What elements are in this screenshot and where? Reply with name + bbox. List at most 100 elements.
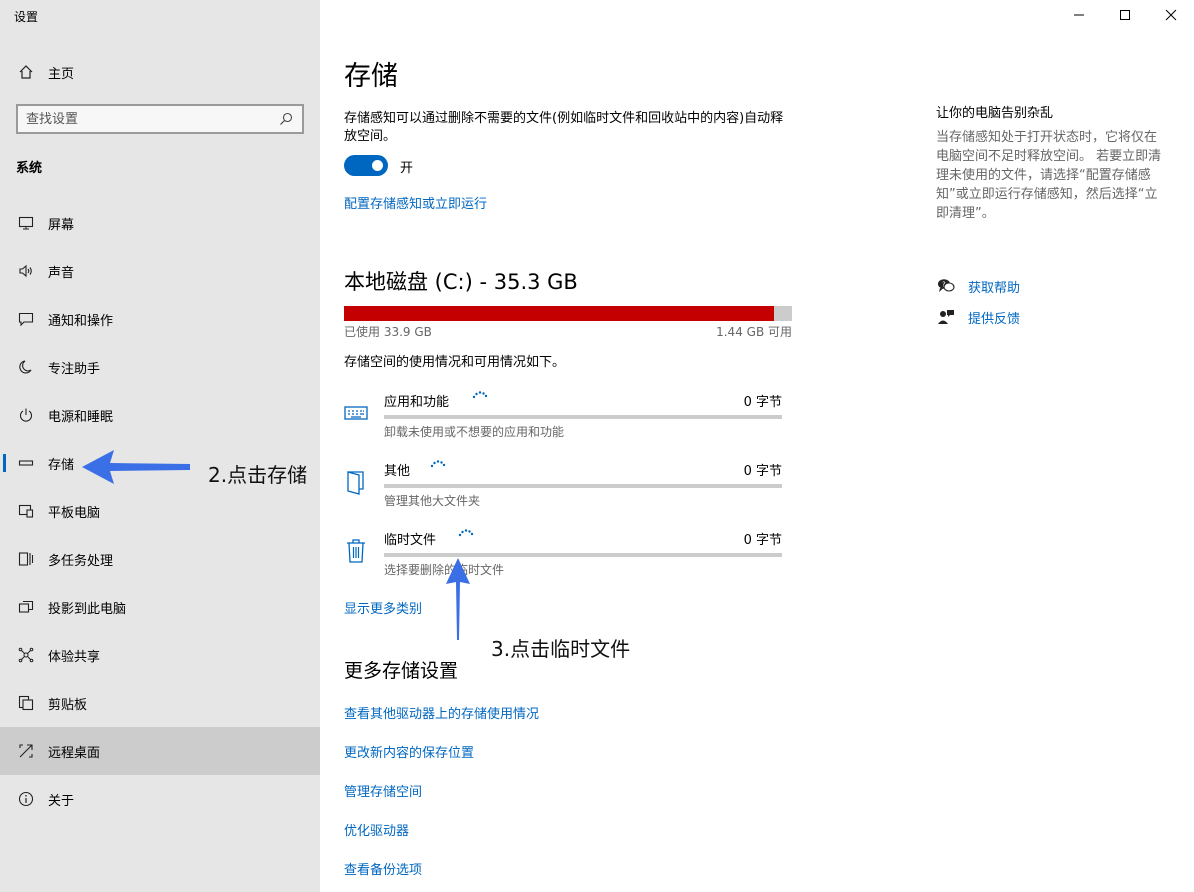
- sidebar-item-label: 通知和操作: [48, 313, 114, 329]
- get-help-label: 获取帮助: [968, 280, 1021, 296]
- sidebar-nav: 屏幕 声音 通知和操作 专注助手 电源和睡眠 存储 平板电脑 多任务处理 投影到…: [0, 199, 320, 823]
- sidebar-item-label: 平板电脑: [48, 505, 101, 521]
- sidebar-item-power-sleep[interactable]: 电源和睡眠: [0, 391, 320, 439]
- sidebar-item-home[interactable]: 主页: [0, 52, 320, 92]
- sidebar-item-project-to-pc[interactable]: 投影到此电脑: [0, 583, 320, 631]
- share-icon: [16, 645, 36, 665]
- sidebar-item-about[interactable]: 关于: [0, 775, 320, 823]
- show-more-categories-link[interactable]: 显示更多类别: [344, 598, 422, 617]
- window-controls: [1056, 0, 1194, 30]
- clipboard-icon: [16, 693, 36, 713]
- storage-icon: [16, 453, 36, 473]
- search-icon[interactable]: [278, 111, 294, 127]
- sidebar-item-clipboard[interactable]: 剪贴板: [0, 679, 320, 727]
- loading-spinner-icon: [430, 458, 446, 470]
- toggle-knob: [372, 160, 383, 171]
- sidebar-item-display[interactable]: 屏幕: [0, 199, 320, 247]
- folder-icon: [344, 470, 368, 495]
- sidebar-item-label: 投影到此电脑: [48, 601, 127, 617]
- speaker-icon: [16, 261, 36, 281]
- annotation-step3: 3.点击临时文件: [491, 637, 631, 661]
- moon-icon: [16, 357, 36, 377]
- change-save-location-link[interactable]: 更改新内容的保存位置: [344, 742, 474, 761]
- optimize-drives-link[interactable]: 优化驱动器: [344, 820, 409, 839]
- help-chat-icon: ?: [936, 276, 956, 296]
- free-space-label: 1.44 GB 可用: [716, 325, 792, 339]
- configure-storage-sense-link[interactable]: 配置存储感知或立即运行: [344, 193, 487, 212]
- category-size: 0 字节: [743, 464, 782, 479]
- toggle-state-label: 开: [400, 161, 414, 176]
- sidebar-item-remote-desktop[interactable]: 远程桌面: [0, 727, 320, 775]
- sidebar-item-tablet[interactable]: 平板电脑: [0, 487, 320, 535]
- used-space-label: 已使用 33.9 GB: [344, 325, 432, 339]
- sidebar-item-label: 声音: [48, 265, 75, 281]
- get-help-link[interactable]: ? 获取帮助: [936, 276, 1020, 296]
- category-usage-bar: [384, 484, 782, 488]
- page-title: 存储: [344, 61, 398, 92]
- sidebar-item-multitasking[interactable]: 多任务处理: [0, 535, 320, 583]
- maximize-button[interactable]: [1102, 0, 1148, 30]
- selection-indicator: [3, 454, 6, 472]
- annotation-step2: 2.点击存储: [208, 463, 308, 487]
- sidebar-item-shared-experiences[interactable]: 体验共享: [0, 631, 320, 679]
- sidebar-item-label: 电源和睡眠: [48, 409, 114, 425]
- loading-spinner-icon: [458, 527, 474, 539]
- close-icon: [1165, 9, 1177, 21]
- category-name: 其他: [384, 464, 411, 479]
- sidebar-item-label: 多任务处理: [48, 553, 114, 569]
- category-name: 应用和功能: [384, 395, 450, 410]
- aside-description: 当存储感知处于打开状态时，它将仅在电脑空间不足时释放空间。 若要立即清理未使用的…: [936, 130, 1162, 221]
- loading-spinner-icon: [472, 389, 488, 401]
- search-input[interactable]: [26, 111, 278, 127]
- category-description: 卸载未使用或不想要的应用和功能: [384, 425, 565, 439]
- sidebar-item-label: 存储: [48, 457, 75, 473]
- close-button[interactable]: [1148, 0, 1194, 30]
- sidebar: 设置 主页 系统 屏幕 声音 通知和操作 专注助手: [0, 0, 320, 892]
- minimize-icon: [1074, 14, 1084, 16]
- keyboard-icon: [344, 401, 368, 425]
- maximize-icon: [1120, 10, 1130, 20]
- give-feedback-link[interactable]: 提供反馈: [936, 307, 1020, 327]
- feedback-icon: [936, 307, 956, 327]
- more-storage-settings-title: 更多存储设置: [344, 660, 459, 682]
- category-apps-features[interactable]: 应用和功能 0 字节 卸载未使用或不想要的应用和功能: [344, 391, 792, 451]
- window-title: 设置: [14, 10, 39, 24]
- minimize-button[interactable]: [1056, 0, 1102, 30]
- search-box[interactable]: [16, 104, 304, 134]
- category-name: 临时文件: [384, 533, 437, 548]
- storage-sense-toggle[interactable]: [344, 155, 388, 176]
- storage-sense-description: 存储感知可以通过删除不需要的文件(例如临时文件和回收站中的内容)自动释放空间。: [344, 111, 784, 144]
- sidebar-item-label: 剪贴板: [48, 697, 88, 713]
- view-backup-options-link[interactable]: 查看备份选项: [344, 859, 422, 878]
- main-content: 存储 存储感知可以通过删除不需要的文件(例如临时文件和回收站中的内容)自动释放空…: [344, 0, 824, 892]
- tablet-icon: [16, 501, 36, 521]
- info-icon: [16, 789, 36, 809]
- sidebar-item-label: 屏幕: [48, 217, 75, 233]
- power-icon: [16, 405, 36, 425]
- annotation-arrow-left: [82, 450, 190, 484]
- aside-title: 让你的电脑告别杂乱: [936, 106, 1054, 121]
- project-icon: [16, 597, 36, 617]
- annotation-arrow-up: [446, 558, 470, 640]
- usage-note: 存储空间的使用情况和可用情况如下。: [344, 355, 566, 370]
- trash-icon: [344, 539, 368, 563]
- multitask-icon: [16, 549, 36, 569]
- sidebar-section-title: 系统: [16, 161, 43, 176]
- sidebar-item-label: 专注助手: [48, 361, 101, 377]
- category-size: 0 字节: [743, 395, 782, 410]
- sidebar-item-sound[interactable]: 声音: [0, 247, 320, 295]
- sidebar-item-notifications[interactable]: 通知和操作: [0, 295, 320, 343]
- category-size: 0 字节: [743, 533, 782, 548]
- notification-icon: [16, 309, 36, 329]
- category-description: 管理其他大文件夹: [384, 494, 481, 508]
- view-other-drives-link[interactable]: 查看其他驱动器上的存储使用情况: [344, 703, 539, 722]
- sidebar-item-focus-assist[interactable]: 专注助手: [0, 343, 320, 391]
- sidebar-item-label: 主页: [48, 66, 75, 82]
- category-other[interactable]: 其他 0 字节 管理其他大文件夹: [344, 460, 792, 520]
- manage-storage-spaces-link[interactable]: 管理存储空间: [344, 781, 422, 800]
- svg-text:?: ?: [942, 281, 946, 289]
- sidebar-item-label: 远程桌面: [48, 745, 101, 761]
- home-icon: [16, 62, 36, 82]
- category-temporary-files[interactable]: 临时文件 0 字节 选择要删除的临时文件: [344, 529, 792, 589]
- sidebar-item-label: 关于: [48, 793, 75, 809]
